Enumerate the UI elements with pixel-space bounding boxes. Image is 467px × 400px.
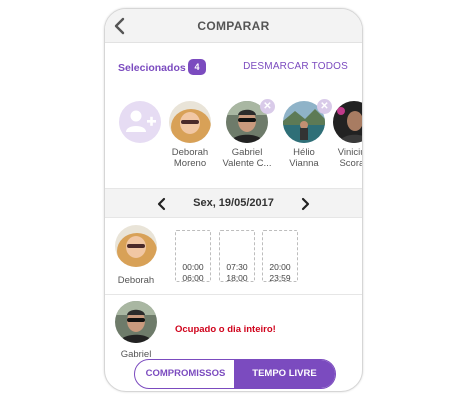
- person-last-name: Moreno: [173, 158, 207, 169]
- person-chip-gabriel[interactable]: ✕ Gabriel Valente C...: [219, 99, 275, 169]
- avatar: [169, 101, 211, 143]
- person-chip-vinicius[interactable]: ✕ Vinicius Scorali: [326, 101, 362, 169]
- schedule-row-deborah: Deborah 00:00 06:00 07:30 18:00 20:00 23…: [105, 223, 362, 295]
- avatar: [333, 101, 362, 143]
- phone-frame: COMPARAR Selecionados 4 DESMARCAR TODOS: [104, 8, 363, 392]
- slot-start: 00:00: [182, 262, 204, 272]
- selected-count-badge: 4: [188, 59, 206, 75]
- person-first-name: Hélio: [293, 147, 315, 158]
- slot-end: 18:00: [226, 273, 248, 283]
- person-last-name: Vianna: [289, 158, 319, 169]
- chevron-right-icon[interactable]: [298, 196, 312, 212]
- person-first-name: Deborah: [171, 147, 209, 158]
- row-person-name: Deborah: [117, 275, 155, 286]
- person-chip-helio[interactable]: ✕ Hélio Vianna: [276, 99, 332, 169]
- app-header: COMPARAR: [105, 9, 362, 43]
- selected-people-strip[interactable]: Deborah Moreno ✕ Gabriel Valente C... ✕ …: [105, 91, 362, 186]
- busy-time-slot[interactable]: 07:30 18:00: [219, 230, 255, 283]
- schedule-row-gabriel: Gabriel Ocupado o dia inteiro!: [105, 297, 362, 361]
- busy-time-slot[interactable]: 20:00 23:59: [262, 230, 298, 283]
- busy-all-day-message: Ocupado o dia inteiro!: [175, 324, 276, 335]
- add-person-button[interactable]: [119, 101, 161, 143]
- date-navigator: Sex, 19/05/2017: [105, 188, 362, 218]
- slot-start: 07:30: [226, 262, 248, 272]
- slot-start: 20:00: [269, 262, 291, 272]
- slot-end: 06:00: [182, 273, 204, 283]
- slot-end: 23:59: [269, 273, 291, 283]
- remove-person-icon[interactable]: ✕: [260, 99, 275, 114]
- busy-time-slot[interactable]: 00:00 06:00: [175, 230, 211, 283]
- selected-label: Selecionados: [118, 62, 186, 74]
- current-date: Sex, 19/05/2017: [193, 197, 274, 209]
- avatar: [115, 301, 157, 343]
- person-last-name: Scorali: [339, 158, 362, 169]
- avatar: [115, 225, 157, 267]
- person-first-name: Vinicius: [337, 147, 362, 158]
- view-toggle: COMPROMISSOS TEMPO LIVRE: [134, 359, 336, 389]
- person-chip-deborah[interactable]: Deborah Moreno: [162, 101, 218, 169]
- unselect-all-button[interactable]: DESMARCAR TODOS: [243, 61, 348, 72]
- tab-commitments[interactable]: COMPROMISSOS: [135, 360, 236, 388]
- person-first-name: Gabriel: [231, 147, 263, 158]
- person-last-name: Valente C...: [222, 158, 272, 169]
- page-title: COMPARAR: [197, 19, 270, 33]
- add-user-icon: [126, 110, 156, 132]
- tab-free-time[interactable]: TEMPO LIVRE: [234, 360, 335, 388]
